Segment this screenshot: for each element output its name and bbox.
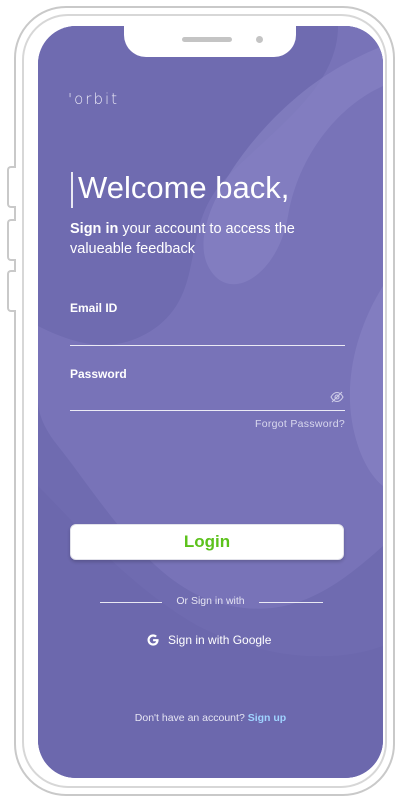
signup-prompt-row: Don't have an account? Sign up xyxy=(38,712,383,724)
stage: 'orbit Welcome back, Sign in your accoun… xyxy=(0,0,407,801)
google-signin-button[interactable]: Sign in with Google xyxy=(146,630,271,650)
divider-right xyxy=(259,602,323,603)
phone-side-button-volume-down xyxy=(7,270,16,312)
google-signin-label: Sign in with Google xyxy=(168,633,272,647)
subtitle-bold: Sign in xyxy=(70,221,119,237)
signup-link[interactable]: Sign up xyxy=(248,712,287,724)
phone-screen: 'orbit Welcome back, Sign in your accoun… xyxy=(38,26,383,778)
welcome-heading: Welcome back, xyxy=(78,170,290,205)
signup-prompt-text: Don't have an account? xyxy=(134,712,248,724)
forgot-password-link[interactable]: Forgot Password? xyxy=(255,418,345,430)
front-camera xyxy=(256,36,263,43)
password-underline xyxy=(70,410,345,411)
google-g-icon xyxy=(147,634,159,646)
speaker-grille xyxy=(182,37,232,42)
login-button[interactable]: Login xyxy=(70,524,344,560)
email-field[interactable] xyxy=(70,321,325,343)
password-field[interactable] xyxy=(70,387,325,409)
email-underline xyxy=(70,345,345,346)
password-label: Password xyxy=(70,367,127,381)
phone-side-button-volume-up xyxy=(7,219,16,261)
app-logo: 'orbit xyxy=(68,90,120,108)
welcome-subtitle: Sign in your account to access the value… xyxy=(70,219,360,259)
phone-side-button-silent xyxy=(7,166,16,208)
divider-text: Or Sign in with xyxy=(176,595,245,607)
eye-slash-icon[interactable] xyxy=(330,391,344,403)
welcome-accent-bar xyxy=(71,172,73,208)
email-label: Email ID xyxy=(70,301,118,315)
phone-notch xyxy=(124,26,296,57)
